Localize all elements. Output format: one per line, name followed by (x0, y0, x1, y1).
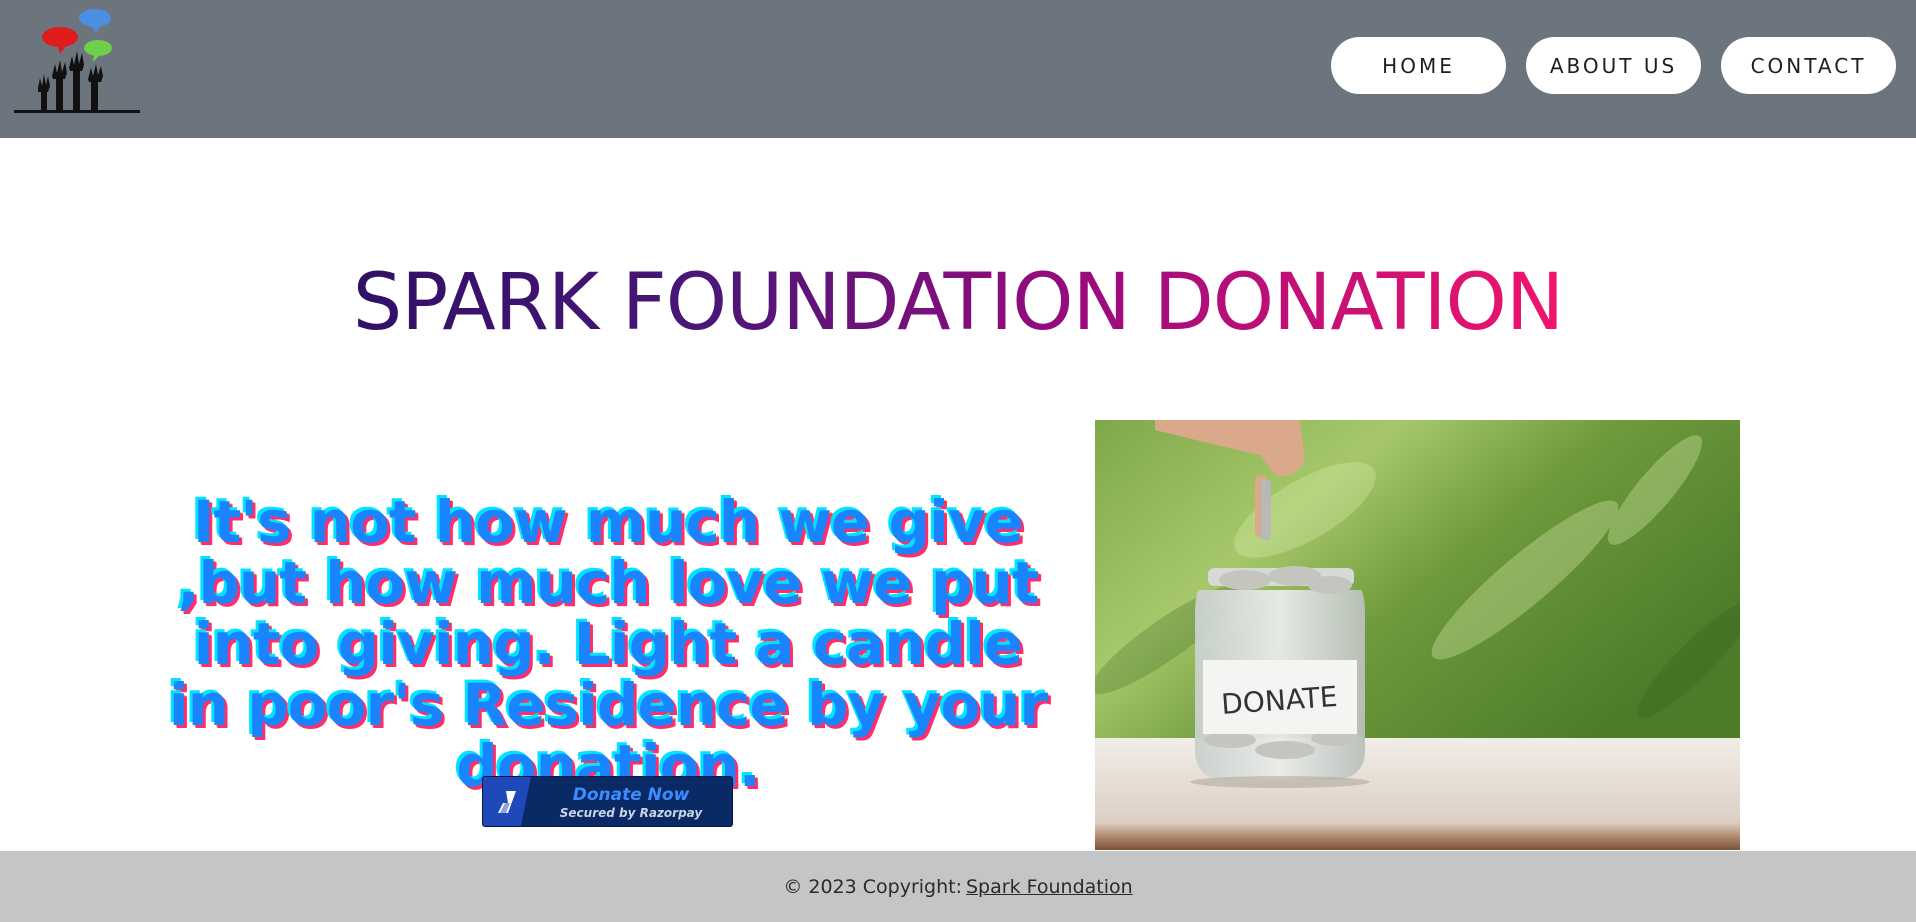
nav-home-button[interactable]: HOME (1331, 37, 1506, 94)
site-header: HOME ABOUT US CONTACT (0, 0, 1916, 138)
razorpay-icon (498, 791, 516, 813)
raised-hands-logo-icon[interactable] (14, 6, 142, 118)
site-footer: © 2023 Copyright: Spark Foundation (0, 851, 1916, 922)
main-nav: HOME ABOUT US CONTACT (1331, 37, 1896, 94)
secured-by-razorpay-label: Secured by Razorpay (559, 806, 703, 820)
spark-foundation-link[interactable]: Spark Foundation (966, 876, 1133, 898)
copyright-text: © 2023 Copyright: (783, 875, 962, 898)
donate-now-label: Donate Now (572, 785, 690, 805)
page-title: SPARK FOUNDATION DONATION (327, 255, 1589, 351)
nav-about-us-button[interactable]: ABOUT US (1526, 37, 1701, 94)
nav-contact-button[interactable]: CONTACT (1721, 37, 1896, 94)
donation-quote: It's not how much we give ,but how much … (168, 488, 1048, 800)
donation-jar-photo: DONATE (1095, 420, 1740, 850)
donate-now-button[interactable]: Donate Now Secured by Razorpay (482, 776, 733, 827)
page: HOME ABOUT US CONTACT SPARK FOUNDATION D… (0, 0, 1916, 922)
